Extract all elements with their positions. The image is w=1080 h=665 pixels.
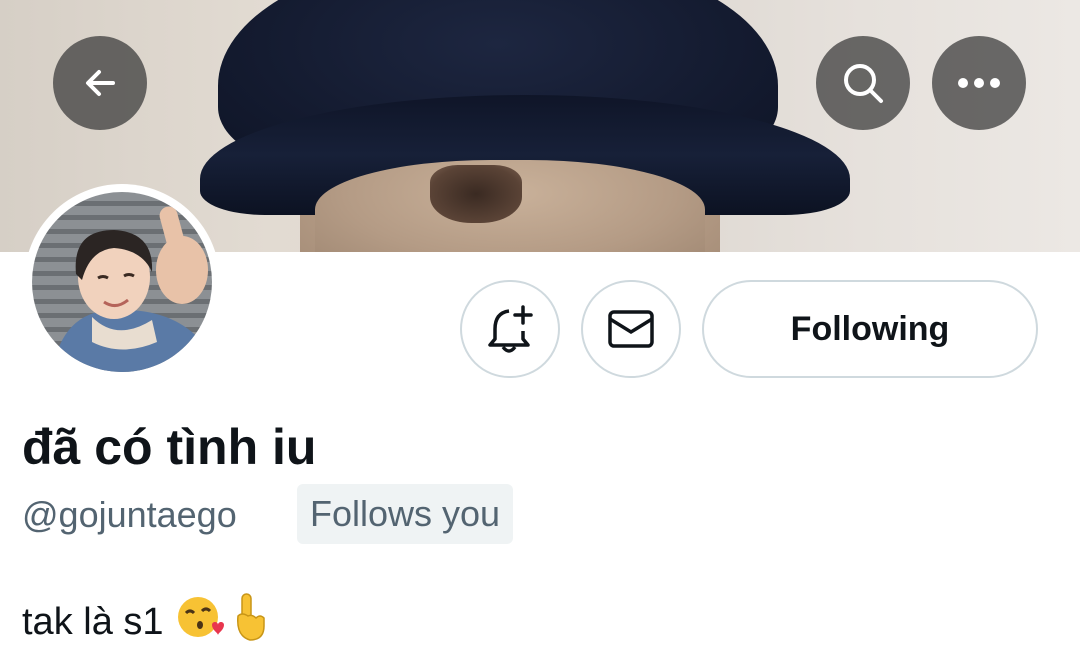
more-horizontal-icon bbox=[958, 78, 1000, 88]
follows-you-badge: Follows you bbox=[297, 484, 514, 544]
display-name: đã có tình iu bbox=[22, 419, 317, 475]
avatar[interactable] bbox=[32, 192, 212, 372]
notifications-button[interactable] bbox=[460, 280, 560, 378]
message-button[interactable] bbox=[581, 280, 681, 378]
envelope-icon bbox=[608, 310, 654, 348]
bell-plus-icon bbox=[488, 305, 533, 353]
bio-text: tak là s1 bbox=[22, 600, 164, 643]
handle: @gojuntaego bbox=[22, 494, 237, 535]
more-options-button[interactable] bbox=[932, 36, 1026, 130]
following-label: Following bbox=[790, 309, 950, 348]
bio: tak là s1 bbox=[22, 592, 270, 652]
avatar-ring bbox=[24, 184, 220, 380]
following-button[interactable]: Following bbox=[702, 280, 1038, 378]
avatar-photo bbox=[52, 206, 212, 372]
search-icon bbox=[844, 64, 883, 103]
back-button[interactable] bbox=[53, 36, 147, 130]
banner-bear-nose-shape bbox=[430, 165, 522, 223]
kissing-face-with-heart-icon bbox=[176, 593, 224, 651]
arrow-left-icon bbox=[86, 70, 115, 96]
search-button[interactable] bbox=[816, 36, 910, 130]
index-pointing-up-icon bbox=[230, 592, 270, 652]
